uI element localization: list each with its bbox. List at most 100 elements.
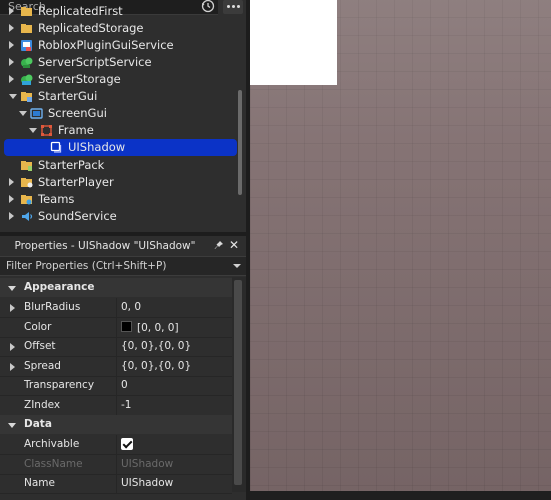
property-name: BlurRadius — [24, 301, 81, 313]
explorer-item-robloxpluginguiservice[interactable]: RobloxPluginGuiService — [0, 37, 238, 54]
explorer-tree: ReplicatedFirst ReplicatedStorage RobloxPl… — [0, 4, 240, 232]
explorer-item-label: ScreenGui — [48, 106, 107, 120]
section-data[interactable]: Data — [0, 415, 232, 434]
explorer-item-label: Frame — [58, 123, 94, 137]
properties-scrollbar[interactable] — [234, 280, 242, 485]
frame-icon — [41, 125, 52, 136]
explorer-item-screengui[interactable]: ScreenGui — [0, 105, 238, 122]
sound-service-icon — [22, 212, 33, 221]
expand-arrow-icon[interactable] — [10, 362, 15, 371]
explorer-item-label: UIShadow — [68, 140, 126, 154]
starter-player-icon — [21, 178, 33, 188]
property-row-zindex[interactable]: ZIndex -1 — [0, 395, 232, 416]
property-row-name[interactable]: Name UIShadow — [0, 474, 232, 494]
property-value[interactable]: [0, 0, 0] — [121, 320, 179, 334]
pin-icon[interactable] — [214, 240, 224, 250]
collapse-arrow-icon[interactable] — [8, 286, 16, 291]
property-row-offset[interactable]: Offset {0, 0},{0, 0} — [0, 337, 232, 357]
explorer-item-label: ServerScriptService — [38, 55, 152, 69]
property-name: Offset — [24, 340, 56, 352]
property-row-archivable[interactable]: Archivable — [0, 435, 232, 455]
explorer-item-startergui[interactable]: StarterGui — [0, 88, 238, 105]
expand-arrow-icon[interactable] — [9, 24, 14, 32]
explorer-item-starterplayer[interactable]: StarterPlayer — [0, 174, 238, 191]
explorer-item-label: Teams — [38, 192, 75, 206]
explorer-item-teams[interactable]: Teams — [0, 191, 238, 208]
expand-arrow-icon[interactable] — [9, 195, 14, 203]
explorer-item-serverscriptservice[interactable]: ServerScriptService — [0, 54, 238, 71]
section-appearance[interactable]: Appearance — [0, 278, 232, 297]
screen-gui-icon — [30, 108, 43, 119]
expand-arrow-icon[interactable] — [9, 75, 14, 83]
property-name: Archivable — [24, 438, 80, 450]
column-divider — [116, 376, 117, 395]
server-script-service-icon — [21, 57, 33, 68]
explorer-item-label: SoundService — [38, 209, 117, 223]
property-value[interactable]: UIShadow — [121, 477, 173, 489]
explorer-item-label: StarterPlayer — [38, 175, 114, 189]
expand-arrow-icon[interactable] — [9, 7, 14, 15]
property-name: Name — [24, 477, 55, 489]
color-swatch[interactable] — [121, 320, 132, 332]
column-divider — [116, 395, 117, 415]
property-row-classname[interactable]: ClassName UIShadow — [0, 454, 232, 475]
explorer-item-uishadow[interactable]: UIShadow — [4, 139, 237, 156]
explorer-item-label: ReplicatedStorage — [38, 21, 144, 35]
column-divider — [116, 337, 117, 356]
column-divider — [116, 356, 117, 376]
explorer-item-label: StarterPack — [38, 158, 105, 172]
starter-pack-icon — [21, 161, 32, 171]
column-divider — [116, 298, 117, 317]
explorer-item-serverstorage[interactable]: ServerStorage — [0, 71, 238, 88]
property-value[interactable]: {0, 0},{0, 0} — [121, 360, 191, 372]
expand-arrow-icon[interactable] — [9, 41, 14, 49]
explorer-item-frame[interactable]: Frame — [0, 122, 238, 139]
property-row-blurradius[interactable]: BlurRadius 0, 0 — [0, 298, 232, 318]
left-panel: ReplicatedFirst ReplicatedStorage RobloxPl… — [0, 0, 246, 500]
properties-title-bar: Properties - UIShadow "UIShadow" ✕ — [0, 236, 246, 255]
filter-properties-input[interactable] — [6, 258, 226, 274]
explorer-item-label: StarterGui — [38, 89, 98, 103]
explorer-item-label: ReplicatedFirst — [38, 4, 123, 18]
expand-arrow-icon[interactable] — [10, 304, 15, 312]
property-row-color[interactable]: Color [0, 0, 0] — [0, 317, 232, 338]
property-value: UIShadow — [121, 457, 174, 470]
collapse-arrow-icon[interactable] — [8, 423, 16, 428]
archivable-checkbox[interactable] — [121, 438, 133, 450]
property-value[interactable]: {0, 0},{0, 0} — [121, 340, 191, 352]
property-name: Color — [24, 320, 52, 333]
property-value[interactable]: 0 — [121, 379, 128, 391]
expand-arrow-icon[interactable] — [9, 178, 14, 186]
column-divider — [116, 317, 117, 337]
server-storage-icon — [21, 74, 33, 85]
property-row-transparency[interactable]: Transparency 0 — [0, 376, 232, 396]
ui-shadow-icon — [50, 141, 62, 153]
viewport-3d[interactable] — [250, 0, 551, 491]
chevron-down-icon[interactable] — [233, 264, 241, 268]
property-value[interactable]: 0, 0 — [121, 301, 141, 313]
teams-icon — [21, 195, 32, 205]
property-name: ClassName — [24, 457, 83, 470]
property-value[interactable]: -1 — [121, 399, 131, 411]
collapse-arrow-icon[interactable] — [19, 111, 27, 116]
explorer-item-starterpack[interactable]: StarterPack — [0, 157, 238, 174]
close-icon[interactable]: ✕ — [229, 238, 239, 252]
expand-arrow-icon[interactable] — [10, 343, 15, 351]
collapse-arrow-icon[interactable] — [9, 94, 17, 99]
explorer-item-replicatedstorage[interactable]: ReplicatedStorage — [0, 20, 238, 37]
property-name: ZIndex — [24, 398, 61, 411]
column-divider — [116, 454, 117, 474]
section-label: Appearance — [24, 281, 95, 293]
gui-frame-preview[interactable] — [250, 0, 337, 85]
explorer-scrollbar[interactable] — [238, 90, 242, 195]
expand-arrow-icon[interactable] — [9, 212, 14, 220]
properties-title: Properties - UIShadow "UIShadow" — [14, 240, 196, 252]
collapse-arrow-icon[interactable] — [29, 128, 37, 133]
property-row-spread[interactable]: Spread {0, 0},{0, 0} — [0, 356, 232, 377]
explorer-item-replicatedfirst[interactable]: ReplicatedFirst — [0, 3, 238, 20]
property-name: Spread — [24, 359, 61, 372]
explorer-item-soundservice[interactable]: SoundService — [0, 208, 238, 225]
expand-arrow-icon[interactable] — [9, 58, 14, 66]
explorer-item-label: ServerStorage — [38, 72, 121, 86]
filter-properties-bar — [0, 256, 246, 276]
